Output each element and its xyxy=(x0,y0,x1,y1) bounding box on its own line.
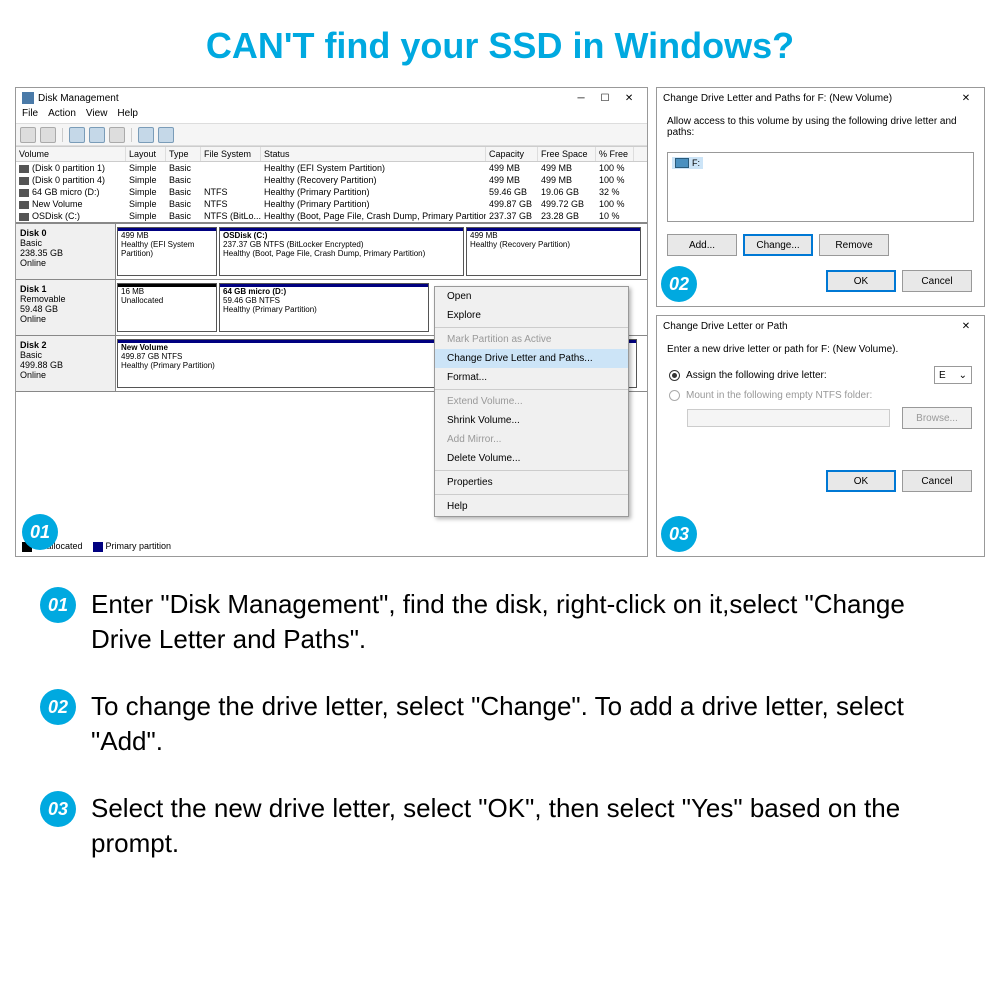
context-menu-item[interactable]: Format... xyxy=(435,368,628,387)
step-badge-03: 03 xyxy=(661,516,697,552)
context-menu-item[interactable]: Open xyxy=(435,287,628,306)
partition[interactable]: 64 GB micro (D:)59.46 GB NTFSHealthy (Pr… xyxy=(219,283,429,332)
menu-view[interactable]: View xyxy=(86,108,108,123)
dialog-title: Change Drive Letter and Paths for F: (Ne… xyxy=(663,93,954,104)
legend-primary: Primary partition xyxy=(106,541,172,551)
step-badge-01: 01 xyxy=(22,514,58,550)
instructions: 01 Enter "Disk Management", find the disk… xyxy=(0,557,1000,924)
drive-list[interactable]: F: xyxy=(667,152,974,222)
window-title: Disk Management xyxy=(38,93,569,104)
toolbar-icon[interactable] xyxy=(158,127,174,143)
col-pct[interactable]: % Free xyxy=(596,147,634,161)
context-menu-item[interactable]: Shrink Volume... xyxy=(435,411,628,430)
toolbar-back-icon[interactable] xyxy=(20,127,36,143)
radio-label: Mount in the following empty NTFS folder… xyxy=(686,390,872,401)
volume-row[interactable]: (Disk 0 partition 1)SimpleBasicHealthy (… xyxy=(16,162,647,174)
radio-assign-letter[interactable]: Assign the following drive letter: E⌄ xyxy=(657,363,984,387)
browse-button: Browse... xyxy=(902,407,972,429)
page-title: CAN'T find your SSD in Windows? xyxy=(0,0,1000,87)
context-menu-item[interactable]: Delete Volume... xyxy=(435,449,628,468)
step-text: To change the drive letter, select "Chan… xyxy=(91,689,960,759)
toolbar-icon[interactable] xyxy=(138,127,154,143)
instruction-step: 01 Enter "Disk Management", find the disk… xyxy=(40,587,960,657)
maximize-button[interactable]: ☐ xyxy=(593,90,617,106)
col-status[interactable]: Status xyxy=(261,147,486,161)
close-button[interactable]: ✕ xyxy=(954,318,978,334)
step-text: Enter "Disk Management", find the disk, … xyxy=(91,587,960,657)
volume-row[interactable]: 64 GB micro (D:)SimpleBasicNTFSHealthy (… xyxy=(16,186,647,198)
context-menu-item[interactable]: Explore xyxy=(435,306,628,325)
disk-row: Disk 0Basic238.35 GBOnline499 MBHealthy … xyxy=(16,224,647,280)
context-menu-item: Extend Volume... xyxy=(435,392,628,411)
partition[interactable]: OSDisk (C:)237.37 GB NTFS (BitLocker Enc… xyxy=(219,227,464,276)
context-menu: OpenExplore Mark Partition as ActiveChang… xyxy=(434,286,629,517)
col-free[interactable]: Free Space xyxy=(538,147,596,161)
close-button[interactable]: ✕ xyxy=(954,90,978,106)
col-type[interactable]: Type xyxy=(166,147,201,161)
col-layout[interactable]: Layout xyxy=(126,147,166,161)
close-button[interactable]: ✕ xyxy=(617,90,641,106)
disk-icon xyxy=(22,92,34,104)
menu-file[interactable]: File xyxy=(22,108,38,123)
volume-row[interactable]: (Disk 0 partition 4)SimpleBasicHealthy (… xyxy=(16,174,647,186)
toolbar-icon[interactable] xyxy=(89,127,105,143)
titlebar: Disk Management ─ ☐ ✕ xyxy=(16,88,647,108)
step-number: 02 xyxy=(40,689,76,725)
drive-letter-select[interactable]: E⌄ xyxy=(934,366,972,384)
context-menu-item[interactable]: Change Drive Letter and Paths... xyxy=(435,349,628,368)
minimize-button[interactable]: ─ xyxy=(569,90,593,106)
context-menu-item[interactable]: Properties xyxy=(435,473,628,492)
folder-path-input xyxy=(687,409,890,427)
ok-button[interactable]: OK xyxy=(826,270,896,292)
drive-letter: F: xyxy=(692,158,700,168)
menubar: File Action View Help xyxy=(16,108,647,124)
toolbar-icon[interactable] xyxy=(109,127,125,143)
remove-button[interactable]: Remove xyxy=(819,234,889,256)
col-capacity[interactable]: Capacity xyxy=(486,147,538,161)
context-menu-item[interactable]: Help xyxy=(435,497,628,516)
radio-label: Assign the following drive letter: xyxy=(686,370,827,381)
cancel-button[interactable]: Cancel xyxy=(902,470,972,492)
radio-mount-folder[interactable]: Mount in the following empty NTFS folder… xyxy=(657,387,984,404)
partition[interactable]: 499 MBHealthy (Recovery Partition) xyxy=(466,227,641,276)
volume-grid: Volume Layout Type File System Status Ca… xyxy=(16,146,647,222)
step-number: 01 xyxy=(40,587,76,623)
change-letter-dialog: Change Drive Letter or Path ✕ Enter a ne… xyxy=(656,315,985,557)
context-menu-item: Add Mirror... xyxy=(435,430,628,449)
toolbar-forward-icon[interactable] xyxy=(40,127,56,143)
volume-row[interactable]: New VolumeSimpleBasicNTFSHealthy (Primar… xyxy=(16,198,647,210)
menu-action[interactable]: Action xyxy=(48,108,76,123)
radio-icon xyxy=(669,390,680,401)
drive-item[interactable]: F: xyxy=(672,157,703,169)
dialog-title: Change Drive Letter or Path xyxy=(663,321,954,332)
step-number: 03 xyxy=(40,791,76,827)
step-text: Select the new drive letter, select "OK"… xyxy=(91,791,960,861)
partition[interactable]: 499 MBHealthy (EFI System Partition) xyxy=(117,227,217,276)
dialog-message: Allow access to this volume by using the… xyxy=(657,108,984,146)
change-button[interactable]: Change... xyxy=(743,234,813,256)
disk-management-window: Disk Management ─ ☐ ✕ File Action View H… xyxy=(15,87,648,557)
dialog-message: Enter a new drive letter or path for F: … xyxy=(657,336,984,363)
toolbar-icon[interactable] xyxy=(69,127,85,143)
menu-help[interactable]: Help xyxy=(117,108,138,123)
toolbar xyxy=(16,124,647,146)
volume-row[interactable]: OSDisk (C:)SimpleBasicNTFS (BitLo...Heal… xyxy=(16,210,647,222)
partition[interactable]: 16 MBUnallocated xyxy=(117,283,217,332)
context-menu-item: Mark Partition as Active xyxy=(435,330,628,349)
change-paths-dialog: Change Drive Letter and Paths for F: (Ne… xyxy=(656,87,985,307)
instruction-step: 03 Select the new drive letter, select "O… xyxy=(40,791,960,861)
col-volume[interactable]: Volume xyxy=(16,147,126,161)
instruction-step: 02 To change the drive letter, select "Ch… xyxy=(40,689,960,759)
radio-icon xyxy=(669,370,680,381)
ok-button[interactable]: OK xyxy=(826,470,896,492)
drive-icon xyxy=(675,158,689,168)
step-badge-02: 02 xyxy=(661,266,697,302)
col-fs[interactable]: File System xyxy=(201,147,261,161)
add-button[interactable]: Add... xyxy=(667,234,737,256)
volume-header-row: Volume Layout Type File System Status Ca… xyxy=(16,146,647,162)
cancel-button[interactable]: Cancel xyxy=(902,270,972,292)
